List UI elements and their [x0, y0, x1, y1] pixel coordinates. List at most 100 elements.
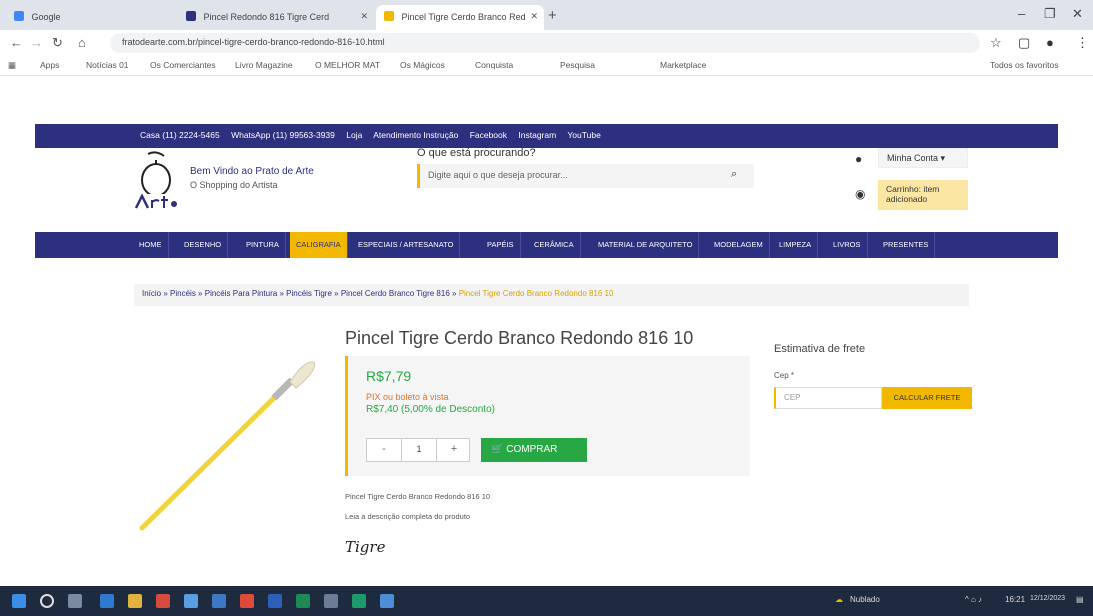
- bookmark-item[interactable]: Apps: [40, 60, 59, 70]
- category-presentes[interactable]: PRESENTES: [877, 232, 936, 258]
- apps-icon[interactable]: ▦: [8, 60, 16, 71]
- search-icon[interactable]: [40, 594, 54, 608]
- app-icon[interactable]: [156, 594, 170, 608]
- whatsapp-link[interactable]: WhatsApp (11) 99563-3939: [231, 130, 335, 140]
- clock-date[interactable]: 12/12/2023: [1030, 595, 1065, 602]
- store-link[interactable]: Loja: [346, 130, 362, 140]
- task-view-icon[interactable]: [68, 594, 82, 608]
- breadcrumb-item[interactable]: Pincéis: [170, 289, 196, 298]
- welcome-subtitle: O Shopping do Artista: [190, 180, 278, 190]
- app-icon[interactable]: [380, 594, 394, 608]
- breadcrumb-current: Pincel Tigre Cerdo Branco Redondo 816 10: [458, 289, 614, 298]
- breadcrumb-item[interactable]: Pincéis Para Pintura: [205, 289, 277, 298]
- tab-label: Pincel Redondo 816 Tigre Cerd: [203, 12, 330, 22]
- category-arquiteto[interactable]: MATERIAL DE ARQUITETO: [592, 232, 700, 258]
- browser-tab-active[interactable]: Pincel Tigre Cerdo Branco Red ✕: [376, 5, 544, 30]
- buy-button[interactable]: 🛒 COMPRAR: [481, 438, 587, 462]
- quantity-input[interactable]: 1: [401, 439, 437, 461]
- edge-icon[interactable]: [100, 594, 114, 608]
- weather-icon[interactable]: ☁: [835, 595, 843, 604]
- category-nav: HOME DESENHO PINTURA CALIGRAFIA ESPECIAI…: [35, 232, 1058, 258]
- windows-taskbar: ☁ Nublado ^ ⌂ ♪ 16:21 12/12/2023 ▤: [0, 586, 1093, 616]
- search-label: O que está procurando?: [417, 147, 536, 159]
- tray-icons[interactable]: ^ ⌂ ♪: [965, 595, 982, 604]
- account-button[interactable]: Minha Conta ▾: [878, 148, 968, 168]
- file-explorer-icon[interactable]: [128, 594, 142, 608]
- reload-icon[interactable]: ↻: [52, 35, 63, 51]
- bookmark-item[interactable]: Pesquisa: [560, 60, 595, 70]
- bookmark-item[interactable]: Conquista: [475, 60, 513, 70]
- category-papeis[interactable]: PAPÉIS: [481, 232, 521, 258]
- support-link[interactable]: Atendimento Instrução: [373, 130, 458, 140]
- menu-icon[interactable]: ⋮: [1076, 35, 1089, 51]
- category-ceramica[interactable]: CERÂMICA: [528, 232, 581, 258]
- close-window-icon[interactable]: ✕: [1072, 6, 1083, 22]
- close-tab-icon[interactable]: ✕: [530, 11, 538, 22]
- category-desenho[interactable]: DESENHO: [178, 232, 229, 258]
- site-contact-bar: Casa (11) 2224-5465 WhatsApp (11) 99563-…: [35, 124, 1058, 148]
- chrome-icon[interactable]: [240, 594, 254, 608]
- cart-icon: 🛒: [491, 444, 507, 455]
- bookmark-item[interactable]: Os Mágicos: [400, 60, 445, 70]
- product-title: Pincel Tigre Cerdo Branco Redondo 816 10: [345, 328, 694, 348]
- breadcrumb-item[interactable]: Pincéis Tigre: [286, 289, 332, 298]
- bookmark-item[interactable]: Notícias 01: [86, 60, 129, 70]
- instagram-link[interactable]: Instagram: [518, 130, 556, 140]
- category-modelagem[interactable]: MODELAGEM: [708, 232, 770, 258]
- minimize-icon[interactable]: –: [1018, 6, 1025, 21]
- category-especiais[interactable]: ESPECIAIS / ARTESANATO: [352, 232, 461, 258]
- bookmark-item[interactable]: O MELHOR MAT: [315, 60, 380, 70]
- bookmark-item[interactable]: Livro Magazine: [235, 60, 293, 70]
- word-icon[interactable]: [268, 594, 282, 608]
- search-icon[interactable]: ⌕: [731, 168, 737, 181]
- browser-tab[interactable]: Google: [6, 5, 156, 30]
- bookmarks-bar: ▦ Apps Notícias 01 Os Comerciantes Livro…: [0, 56, 1093, 76]
- decrease-qty-button[interactable]: -: [371, 439, 397, 461]
- cart-icon: ◉: [855, 187, 866, 201]
- app-icon[interactable]: [296, 594, 310, 608]
- breadcrumb-item[interactable]: Pincel Cerdo Branco Tigre 816: [341, 289, 450, 298]
- bookmark-item[interactable]: Os Comerciantes: [150, 60, 216, 70]
- category-livros[interactable]: LIVROS: [827, 232, 868, 258]
- weather-label[interactable]: Nublado: [850, 595, 880, 604]
- back-icon[interactable]: ←: [10, 35, 23, 50]
- welcome-title: Bem Vindo ao Prato de Arte: [190, 166, 314, 177]
- extensions-icon[interactable]: ▢: [1018, 35, 1030, 51]
- start-icon[interactable]: [12, 594, 26, 608]
- calculate-shipping-button[interactable]: CALCULAR FRETE: [882, 387, 972, 409]
- cep-input[interactable]: CEP: [774, 387, 882, 409]
- product-image[interactable]: [134, 340, 324, 540]
- close-tab-icon[interactable]: ✕: [360, 11, 368, 22]
- excel-icon[interactable]: [352, 594, 366, 608]
- search-input[interactable]: Digite aqui o que deseja procurar...: [417, 164, 754, 188]
- app-icon[interactable]: [212, 594, 226, 608]
- app-icon[interactable]: [324, 594, 338, 608]
- category-caligrafia[interactable]: CALIGRAFIA: [290, 232, 348, 258]
- maximize-icon[interactable]: ❐: [1044, 6, 1056, 22]
- category-home[interactable]: HOME: [133, 232, 169, 258]
- youtube-link[interactable]: YouTube: [567, 130, 600, 140]
- notifications-icon[interactable]: ▤: [1076, 595, 1084, 604]
- home-icon[interactable]: ⌂: [78, 35, 86, 50]
- forward-icon[interactable]: →: [30, 35, 43, 50]
- breadcrumb-item[interactable]: Início: [142, 289, 161, 298]
- category-limpeza[interactable]: LIMPEZA: [773, 232, 819, 258]
- new-tab-button[interactable]: +: [548, 7, 557, 24]
- site-logo[interactable]: [134, 150, 180, 212]
- app-icon[interactable]: [184, 594, 198, 608]
- facebook-link[interactable]: Facebook: [470, 130, 507, 140]
- star-icon[interactable]: ☆: [990, 35, 1002, 51]
- address-bar[interactable]: fratodearte.com.br/pincel-tigre-cerdo-br…: [110, 33, 980, 53]
- bookmark-item[interactable]: Todos os favoritos: [990, 60, 1059, 70]
- buy-label: COMPRAR: [506, 444, 558, 455]
- profile-icon[interactable]: ●: [1046, 35, 1054, 50]
- full-description-link[interactable]: Leia a descrição completa do produto: [345, 512, 470, 521]
- bookmark-item[interactable]: Marketplace: [660, 60, 706, 70]
- increase-qty-button[interactable]: +: [441, 439, 467, 461]
- phone-link[interactable]: Casa (11) 2224-5465: [140, 130, 220, 140]
- quantity-stepper: - 1 +: [366, 438, 470, 462]
- cart-button[interactable]: Carrinho: item adicionado: [878, 180, 968, 210]
- category-pintura[interactable]: PINTURA: [240, 232, 286, 258]
- clock-time[interactable]: 16:21: [1005, 595, 1025, 604]
- browser-tab[interactable]: Pincel Redondo 816 Tigre Cerd ✕: [178, 5, 374, 30]
